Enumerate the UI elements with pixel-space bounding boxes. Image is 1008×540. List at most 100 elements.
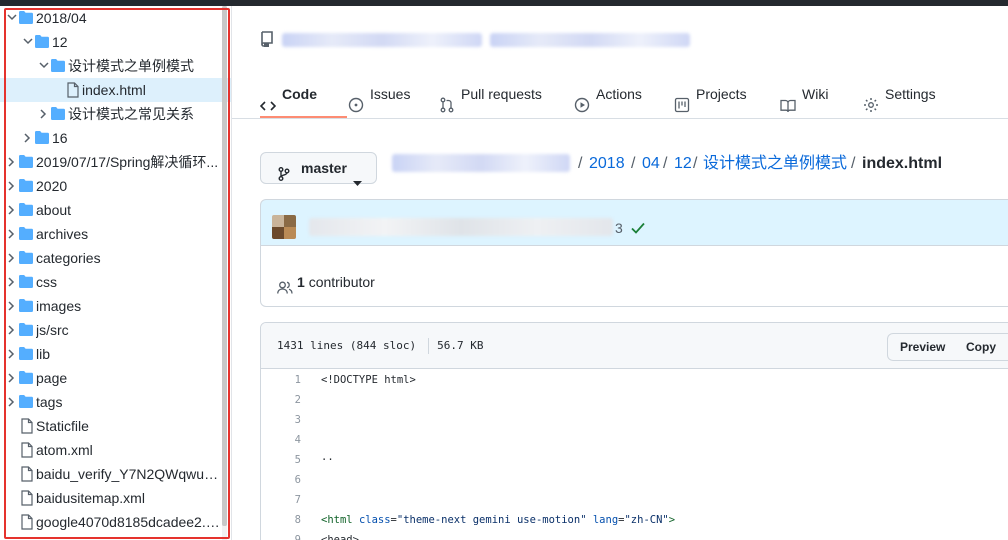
- chevron-right-icon[interactable]: [6, 366, 18, 390]
- line-number[interactable]: 8: [261, 510, 301, 530]
- tree-folder-item[interactable]: 16: [0, 126, 231, 150]
- file-icon: [66, 78, 82, 102]
- chevron-down-icon[interactable]: [38, 54, 50, 78]
- tree-folder-item[interactable]: css: [0, 270, 231, 294]
- breadcrumb-repo-redacted[interactable]: [392, 154, 570, 172]
- preview-button[interactable]: Preview: [887, 333, 955, 361]
- tree-folder-item[interactable]: page: [0, 366, 231, 390]
- contributors-label[interactable]: 1 contributor: [297, 274, 375, 290]
- tree-file-item[interactable]: google4070d8185dcadee2.h...: [0, 510, 231, 534]
- code-line: 7: [261, 490, 1008, 510]
- sidebar-scrollbar[interactable]: [222, 6, 227, 540]
- tree-file-item[interactable]: Staticfile: [0, 414, 231, 438]
- chevron-right-icon[interactable]: [38, 102, 50, 126]
- line-number[interactable]: 4: [261, 430, 301, 450]
- tree-item-label: lib: [36, 346, 51, 362]
- code-text: <html class="theme-next gemini use-motio…: [321, 510, 675, 530]
- chevron-right-icon[interactable]: [6, 390, 18, 414]
- tree-file-item[interactable]: atom.xml: [0, 438, 231, 462]
- pull-request-icon: [439, 86, 455, 130]
- breadcrumb-sep: /: [631, 155, 636, 172]
- file-header: 1431 lines (844 sloc) 56.7 KB Preview Cop…: [261, 323, 1008, 369]
- folder-icon: [18, 174, 34, 198]
- sidebar-scrollbar-thumb[interactable]: [222, 6, 227, 526]
- commit-message-redacted[interactable]: [309, 218, 613, 236]
- line-number[interactable]: 7: [261, 490, 301, 510]
- tree-folder-item[interactable]: 2020: [0, 174, 231, 198]
- tree-folder-item[interactable]: 12: [0, 30, 231, 54]
- chevron-right-icon[interactable]: [6, 270, 18, 294]
- tree-file-item[interactable]: baidusitemap.xml: [0, 486, 231, 510]
- repo-header: [260, 28, 760, 50]
- line-number[interactable]: 2: [261, 390, 301, 410]
- contributors-count: 1: [297, 274, 305, 290]
- code-text: <head>: [321, 534, 359, 540]
- chevron-right-icon[interactable]: [6, 318, 18, 342]
- chevron-right-icon[interactable]: [6, 222, 18, 246]
- code-text: <!DOCTYPE html>: [321, 374, 416, 386]
- tree-folder-item[interactable]: 2018/04: [0, 6, 231, 30]
- tree-folder-item[interactable]: categories: [0, 246, 231, 270]
- tree-item-label: css: [36, 274, 57, 290]
- line-number[interactable]: 3: [261, 410, 301, 430]
- tree-item-label: google4070d8185dcadee2.h...: [36, 514, 225, 530]
- tree-folder-item[interactable]: archives: [0, 222, 231, 246]
- book-icon: [780, 86, 796, 130]
- code-icon: [259, 86, 277, 130]
- tree-folder-item[interactable]: 设计模式之常见关系: [0, 102, 231, 126]
- code-token: class: [358, 514, 391, 526]
- breadcrumb-sep: /: [851, 155, 856, 172]
- folder-icon: [50, 102, 66, 126]
- line-number[interactable]: 5: [261, 450, 301, 470]
- branch-select-button[interactable]: master: [260, 152, 377, 186]
- tree-folder-item[interactable]: js/src: [0, 318, 231, 342]
- chevron-down-icon[interactable]: [22, 30, 34, 54]
- tree-file-item[interactable]: baidu_verify_Y7N2QWqwu1....: [0, 462, 231, 486]
- chevron-right-icon[interactable]: [6, 174, 18, 198]
- tree-folder-item[interactable]: lib: [0, 342, 231, 366]
- line-number[interactable]: 6: [261, 470, 301, 490]
- folder-icon: [34, 30, 50, 54]
- folder-icon: [18, 246, 34, 270]
- tree-folder-item[interactable]: about: [0, 198, 231, 222]
- chevron-right-icon[interactable]: [22, 126, 34, 150]
- chevron-right-icon[interactable]: [6, 198, 18, 222]
- tree-item-label: index.html: [82, 82, 146, 98]
- chevron-down-icon[interactable]: [6, 6, 18, 30]
- breadcrumb-2018[interactable]: 2018: [589, 153, 625, 175]
- avatar[interactable]: [272, 215, 296, 239]
- caret-down-icon: [353, 166, 362, 196]
- breadcrumb-12[interactable]: 12: [674, 153, 692, 175]
- code-text: ··: [321, 454, 334, 466]
- contributors-text: contributor: [308, 274, 375, 290]
- project-icon: [674, 86, 690, 130]
- copy-button[interactable]: Copy: [954, 333, 1008, 361]
- tree-item-label: 2020: [36, 178, 68, 194]
- repo-name-redacted[interactable]: [282, 33, 482, 47]
- tab-label: Projects: [696, 86, 747, 102]
- breadcrumb-04[interactable]: 04: [642, 153, 660, 175]
- tree-item-label: about: [36, 202, 72, 218]
- code-token: >: [668, 514, 676, 526]
- tree-folder-item[interactable]: 2019/07/17/Spring解决循环...: [0, 150, 231, 174]
- chevron-right-icon[interactable]: [6, 246, 18, 270]
- chevron-right-icon[interactable]: [6, 294, 18, 318]
- tree-item-label: atom.xml: [36, 442, 93, 458]
- breadcrumb-folder[interactable]: 设计模式之单例模式: [703, 153, 847, 175]
- tree-folder-item[interactable]: 设计模式之单例模式: [0, 54, 231, 78]
- tree-item-label: archives: [36, 226, 89, 242]
- file-icon: [20, 486, 36, 510]
- tree-folder-item[interactable]: images: [0, 294, 231, 318]
- chevron-right-icon[interactable]: [6, 342, 18, 366]
- check-icon[interactable]: [631, 221, 645, 239]
- line-number[interactable]: 9: [261, 530, 301, 540]
- tab-label: Code: [282, 86, 317, 102]
- tree-folder-item[interactable]: tags: [0, 390, 231, 414]
- tree-item-label: images: [36, 298, 82, 314]
- line-number[interactable]: 1: [261, 370, 301, 390]
- chevron-right-icon[interactable]: [6, 150, 18, 174]
- commit-sha[interactable]: 3: [615, 220, 623, 236]
- issue-icon: [348, 86, 364, 130]
- tree-file-item[interactable]: index.html: [0, 78, 231, 102]
- folder-icon: [18, 270, 34, 294]
